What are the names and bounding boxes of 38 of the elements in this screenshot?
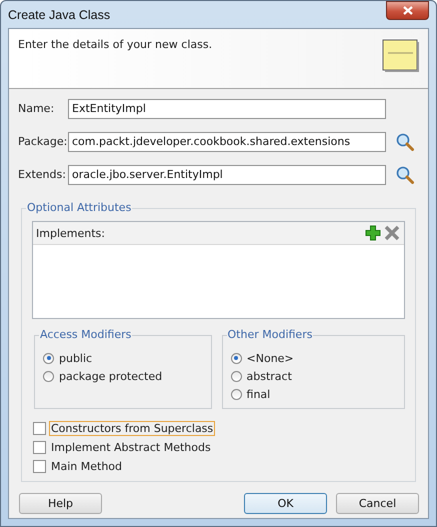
checkbox-label[interactable]: Constructors from Superclass	[49, 421, 216, 436]
field-label: Name:	[18, 102, 56, 115]
radio-button[interactable]	[43, 352, 54, 364]
input-field[interactable]: com.packt.jdeveloper.cookbook.shared.extensions	[68, 132, 386, 152]
add-icon[interactable]	[365, 225, 381, 241]
checkbox[interactable]	[33, 422, 46, 435]
radio-button[interactable]	[230, 352, 242, 364]
note-icon	[382, 39, 420, 73]
input-field[interactable]: oracle.jbo.server.EntityImpl	[68, 164, 386, 184]
checkbox-label[interactable]: Main Method	[49, 459, 124, 474]
close-button[interactable]	[386, 1, 429, 20]
checkbox-label[interactable]: Implement Abstract Methods	[49, 440, 213, 455]
group-title: Access Modifiers	[39, 328, 132, 341]
group-title: Other Modifiers	[226, 328, 314, 341]
dialog-button[interactable]: OK	[244, 493, 327, 514]
input-field[interactable]: ExtEntityImpl	[68, 98, 386, 118]
radio-label[interactable]: public	[59, 352, 92, 364]
header-text: Enter the details of your new class.	[18, 38, 212, 51]
search-icon[interactable]	[396, 166, 414, 184]
close-icon[interactable]	[402, 6, 412, 15]
search-icon[interactable]	[396, 132, 414, 150]
dialog-button[interactable]: Help	[19, 493, 102, 514]
field-label: Extends:	[18, 168, 67, 181]
radio-label[interactable]: abstract	[246, 370, 292, 382]
checkbox[interactable]	[33, 441, 46, 454]
dialog-button[interactable]: Cancel	[336, 493, 419, 514]
radio-button[interactable]	[230, 388, 242, 400]
radio-button[interactable]	[43, 370, 54, 382]
radio-label[interactable]: package protected	[59, 370, 162, 382]
radio-button[interactable]	[230, 370, 242, 382]
group-title: Optional Attributes	[26, 201, 132, 214]
field-label: Package:	[18, 135, 68, 148]
radio-label[interactable]: final	[246, 388, 270, 400]
window-title: Create Java Class	[8, 8, 110, 22]
implements-label: Implements:	[36, 226, 106, 240]
remove-icon[interactable]	[384, 225, 400, 241]
checkbox[interactable]	[33, 460, 46, 473]
radio-label[interactable]: <None>	[246, 352, 294, 364]
